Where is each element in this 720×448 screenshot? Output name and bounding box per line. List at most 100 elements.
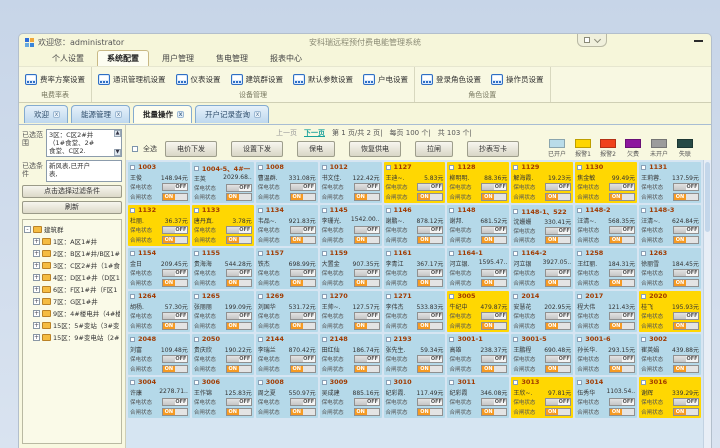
card-checkbox[interactable] xyxy=(130,251,135,256)
tree-node[interactable]: +9区：4#楼电井（4#楼 xyxy=(24,307,120,319)
tab-close-icon[interactable]: x xyxy=(53,111,60,118)
power-protect-toggle[interactable]: OFF xyxy=(481,183,507,191)
switch-state-toggle[interactable]: ON xyxy=(609,365,635,373)
tab-close-icon[interactable]: x xyxy=(177,111,184,118)
ribbon-button-建筑群设置[interactable]: 建筑群设置 xyxy=(231,74,284,85)
power-protect-toggle[interactable]: OFF xyxy=(162,312,188,320)
card-checkbox[interactable] xyxy=(449,165,454,170)
tree-node[interactable]: +6区：F区1#井（F区1 xyxy=(24,283,120,295)
menu-item-售电管理[interactable]: 售电管理 xyxy=(207,51,257,66)
meter-card[interactable]: 2017程大伟121.43元保电状态OFF合闸状态ON xyxy=(575,291,637,332)
power-protect-toggle[interactable]: OFF xyxy=(609,226,635,234)
ribbon-button-默认参数设置[interactable]: 默认参数设置 xyxy=(293,74,353,85)
toolbar-button-拉闸[interactable]: 拉闸 xyxy=(415,141,453,157)
meter-card[interactable]: 1157铁杰698.99元保电状态OFF合闸状态ON xyxy=(256,248,318,289)
meter-card[interactable]: 2144李瑞兰870.42元保电状态OFF合闸状态ON xyxy=(256,334,318,375)
power-protect-toggle[interactable]: OFF xyxy=(545,312,571,320)
switch-state-toggle[interactable]: ON xyxy=(226,365,252,373)
meter-card[interactable]: 1154金日209.45元保电状态OFF合闸状态ON xyxy=(128,248,190,289)
tab-批量操作[interactable]: 批量操作x xyxy=(133,105,192,123)
prev-page-link[interactable]: 上一页 xyxy=(276,128,297,138)
card-checkbox[interactable] xyxy=(641,208,646,213)
expand-icon[interactable]: + xyxy=(33,250,40,257)
meter-card[interactable]: 1132杜丽.36.37元保电状态OFF合闸状态ON xyxy=(128,205,190,246)
card-checkbox[interactable] xyxy=(641,337,646,342)
power-protect-toggle[interactable]: OFF xyxy=(226,184,252,192)
meter-card[interactable]: 3001-6孙长华.293.15元保电状态OFF合闸状态ON xyxy=(575,334,637,375)
card-checkbox[interactable] xyxy=(386,165,391,170)
switch-state-toggle[interactable]: ON xyxy=(354,236,380,244)
meter-card[interactable]: 1145李珊光.1542.00..保电状态OFF合闸状态ON xyxy=(320,205,382,246)
card-checkbox[interactable] xyxy=(386,208,391,213)
card-checkbox[interactable] xyxy=(577,208,582,213)
card-checkbox[interactable] xyxy=(130,337,135,342)
meter-card[interactable]: 3013王欣~.97.81元保电状态OFF合闸状态ON xyxy=(511,377,573,418)
card-checkbox[interactable] xyxy=(322,165,327,170)
selected-condition-listbox[interactable]: 新风表,已开户表, xyxy=(46,160,122,182)
meter-card[interactable]: 1128柳明明.88.36元保电状态OFF合闸状态ON xyxy=(447,162,509,203)
tree-node[interactable]: +1区：A区1#井 xyxy=(24,235,120,247)
card-checkbox[interactable] xyxy=(258,337,263,342)
switch-state-toggle[interactable]: ON xyxy=(162,365,188,373)
expand-icon[interactable]: + xyxy=(33,238,40,245)
power-protect-toggle[interactable]: OFF xyxy=(609,398,635,406)
card-checkbox[interactable] xyxy=(641,380,646,385)
switch-state-toggle[interactable]: ON xyxy=(354,408,380,416)
switch-state-toggle[interactable]: ON xyxy=(417,193,443,201)
power-protect-toggle[interactable]: OFF xyxy=(545,398,571,406)
power-protect-toggle[interactable]: OFF xyxy=(290,183,316,191)
power-protect-toggle[interactable]: OFF xyxy=(226,226,252,234)
expand-icon[interactable]: + xyxy=(33,298,40,305)
power-protect-toggle[interactable]: OFF xyxy=(609,312,635,320)
card-checkbox[interactable] xyxy=(449,337,454,342)
card-checkbox[interactable] xyxy=(513,209,518,214)
meter-card[interactable]: 3005牛纪中479.87元保电状态OFF合闸状态ON xyxy=(447,291,509,332)
next-page-link[interactable]: 下一页 xyxy=(304,128,325,138)
card-checkbox[interactable] xyxy=(322,294,327,299)
power-protect-toggle[interactable]: OFF xyxy=(481,226,507,234)
meter-card[interactable]: 2193张先生.59.34元保电状态OFF合闸状态ON xyxy=(384,334,446,375)
toolbar-button-保电[interactable]: 保电 xyxy=(297,141,335,157)
switch-state-toggle[interactable]: ON xyxy=(545,365,571,373)
expand-icon[interactable]: + xyxy=(33,322,40,329)
card-checkbox[interactable] xyxy=(513,165,518,170)
switch-state-toggle[interactable]: ON xyxy=(226,236,252,244)
meter-card[interactable]: 1003王俊148.94元保电状态OFF合闸状态ON xyxy=(128,162,190,203)
power-protect-toggle[interactable]: OFF xyxy=(290,226,316,234)
meter-card[interactable]: 1270王帅~.127.57元保电状态OFF合闸状态ON xyxy=(320,291,382,332)
scroll-down-icon[interactable]: ▼ xyxy=(114,149,121,156)
meter-card[interactable]: 3011纪彩霞346.08元保电状态OFF合闸状态ON xyxy=(447,377,509,418)
switch-state-toggle[interactable]: ON xyxy=(226,322,252,330)
power-protect-toggle[interactable]: OFF xyxy=(545,355,571,363)
card-checkbox[interactable] xyxy=(386,294,391,299)
switch-state-toggle[interactable]: ON xyxy=(354,279,380,287)
power-protect-toggle[interactable]: OFF xyxy=(481,269,507,277)
power-protect-toggle[interactable]: OFF xyxy=(673,398,699,406)
card-checkbox[interactable] xyxy=(322,208,327,213)
power-protect-toggle[interactable]: OFF xyxy=(609,355,635,363)
switch-state-toggle[interactable]: ON xyxy=(609,279,635,287)
card-checkbox[interactable] xyxy=(449,294,454,299)
switch-state-toggle[interactable]: ON xyxy=(481,322,507,330)
switch-state-toggle[interactable]: ON xyxy=(290,322,316,330)
meter-card[interactable]: 2014安慧花202.95元保电状态OFF合闸状态ON xyxy=(511,291,573,332)
switch-state-toggle[interactable]: ON xyxy=(226,193,252,201)
card-checkbox[interactable] xyxy=(513,337,518,342)
switch-state-toggle[interactable]: ON xyxy=(609,408,635,416)
meter-card[interactable]: 2048刘富109.48元保电状态OFF合闸状态ON xyxy=(128,334,190,375)
tab-close-icon[interactable]: x xyxy=(115,111,122,118)
switch-state-toggle[interactable]: ON xyxy=(417,236,443,244)
meter-card[interactable]: 1148谢邦.681.52元保电状态OFF合闸状态ON xyxy=(447,205,509,246)
card-checkbox[interactable] xyxy=(449,251,454,256)
power-protect-toggle[interactable]: OFF xyxy=(162,398,188,406)
minimize-icon[interactable] xyxy=(694,40,703,42)
tree-node[interactable]: +3区：C区2#井（1#食 xyxy=(24,259,120,271)
switch-state-toggle[interactable]: ON xyxy=(290,236,316,244)
card-checkbox[interactable] xyxy=(577,251,582,256)
tab-欢迎[interactable]: 欢迎x xyxy=(24,105,68,123)
switch-state-toggle[interactable]: ON xyxy=(545,322,571,330)
meter-card[interactable]: 3001-1高雄238.37元保电状态OFF合闸状态ON xyxy=(447,334,509,375)
tree-node[interactable]: +7区：G区1#井 xyxy=(24,295,120,307)
switch-state-toggle[interactable]: ON xyxy=(481,408,507,416)
power-protect-toggle[interactable]: OFF xyxy=(354,355,380,363)
